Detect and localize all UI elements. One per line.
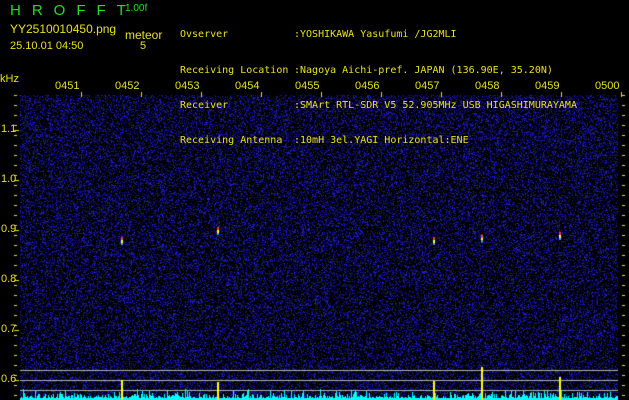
datetime: 25.10.01 04:50 — [10, 40, 84, 52]
x-tick-label: 0452 — [115, 80, 140, 92]
info-label: Ovserver — [180, 29, 229, 41]
app-logo: HROFFT — [10, 2, 137, 19]
x-tick-label: 0500 — [595, 80, 620, 92]
x-tick-label: 0459 — [535, 80, 560, 92]
x-tick-label: 0457 — [415, 80, 440, 92]
info-value: :10mH 3el.YAGI Horizontal:ENE — [294, 134, 469, 146]
info-value: :SMArt RTL-SDR V5 52.905MHz USB HIGASHIM… — [294, 99, 577, 111]
y-tick-label: 0.9 — [1, 223, 17, 235]
info-label: Receiving Antenna — [180, 134, 283, 146]
y-tick-label: 0.7 — [1, 323, 17, 335]
info-label: Receiving Location — [180, 64, 289, 76]
meteor-count: 5 — [140, 40, 147, 52]
version: 1.00f — [125, 3, 148, 14]
x-tick-label: 0456 — [355, 80, 380, 92]
info-value: :YOSHIKAWA Yasufumi /JG2MLI — [294, 29, 457, 41]
info-value: :Nagoya Aichi-pref. JAPAN (136.90E, 35.2… — [294, 64, 553, 76]
x-tick-label: 0453 — [175, 80, 200, 92]
y-axis-label: kHz — [0, 73, 19, 85]
y-tick-label: 0.8 — [1, 273, 17, 285]
x-tick-label: 0455 — [295, 80, 320, 92]
y-tick-label: 1.1 — [1, 123, 17, 135]
info-label: Receiver — [180, 99, 229, 111]
y-tick-label: 0.6 — [1, 373, 17, 385]
filename: YY2510010450.png — [10, 22, 117, 36]
x-tick-label: 0454 — [235, 80, 260, 92]
y-tick-label: 1.0 — [1, 173, 17, 185]
x-tick-label: 0458 — [475, 80, 500, 92]
x-tick-label: 0451 — [55, 80, 80, 92]
